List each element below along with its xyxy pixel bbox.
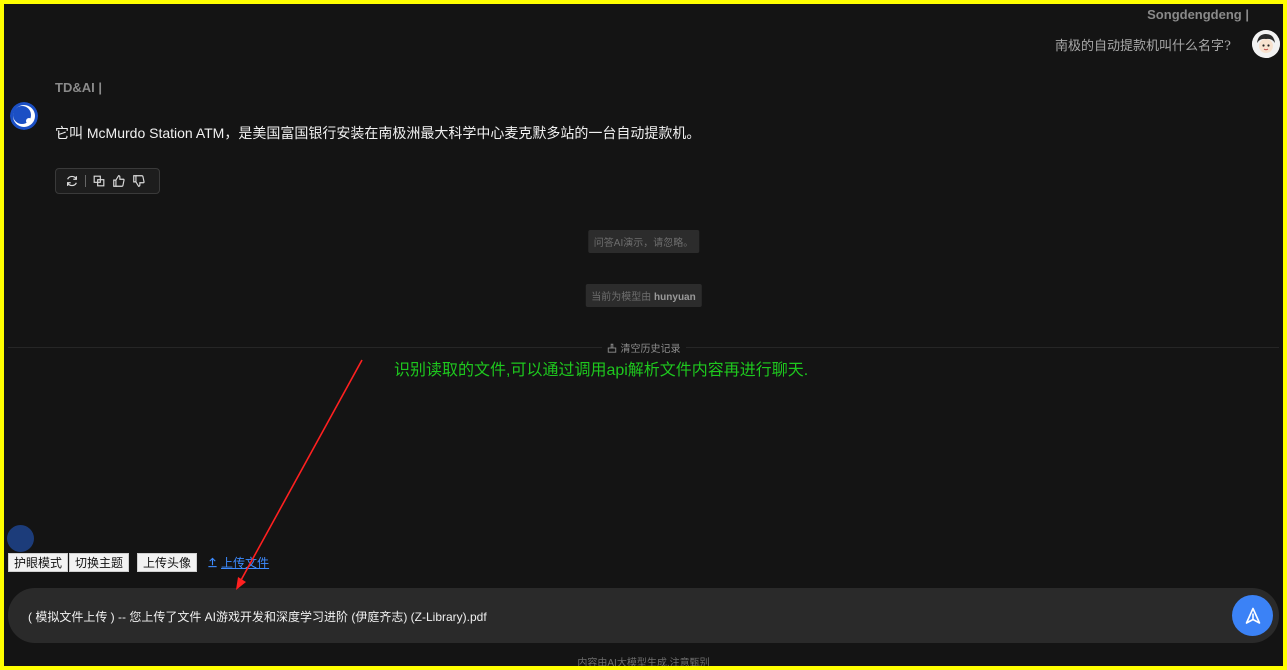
refresh-icon xyxy=(67,175,77,187)
thumbs-up-icon xyxy=(113,175,125,187)
ai-name: TD&AI | xyxy=(55,80,102,95)
chat-input[interactable]: ( 模拟文件上传 ) -- 您上传了文件 AI游戏开发和深度学习进阶 (伊庭齐志… xyxy=(8,588,1279,643)
clear-history-button[interactable]: 清空历史记录 xyxy=(601,340,686,355)
footer-note: 内容由AI大模型生成,注意甄别 xyxy=(577,658,710,669)
send-button[interactable] xyxy=(1232,595,1273,636)
ai-avatar xyxy=(10,102,38,130)
model-name: hunyuan xyxy=(654,292,696,303)
clear-icon xyxy=(607,343,616,353)
dislike-button[interactable] xyxy=(129,171,149,191)
toolbar: 护眼模式 切换主题 上传头像 上传文件 xyxy=(8,553,269,572)
disclaimer-notice: 问答AI演示，请忽略。 xyxy=(587,230,700,253)
floating-ball[interactable] xyxy=(7,525,34,552)
ai-message: 它叫 McMurdo Station ATM，是美国富国银行安装在南极洲最大科学… xyxy=(55,125,701,141)
disclaimer-text: 问答AI演示，请忽略。 xyxy=(593,238,694,249)
message-actions xyxy=(55,168,160,194)
upload-file-label: 上传文件 xyxy=(221,556,270,570)
eye-mode-button[interactable]: 护眼模式 xyxy=(8,553,69,572)
model-notice: 当前为模型由 hunyuan xyxy=(585,284,702,307)
action-separator xyxy=(85,175,86,187)
copy-icon xyxy=(93,175,105,187)
user-avatar xyxy=(1252,30,1280,58)
switch-theme-button[interactable]: 切换主题 xyxy=(69,553,130,572)
user-name: Songdengdeng | xyxy=(1147,7,1249,22)
user-message: 南极的自动提款机叫什么名字? xyxy=(1055,39,1231,54)
annotation-text: 识别读取的文件,可以通过调用api解析文件内容再进行聊天. xyxy=(394,362,809,379)
upload-file-link[interactable]: 上传文件 xyxy=(207,554,269,571)
upload-avatar-button[interactable]: 上传头像 xyxy=(137,553,198,572)
upload-icon xyxy=(208,557,217,568)
regenerate-button[interactable] xyxy=(62,171,82,191)
thumbs-down-icon xyxy=(133,175,145,187)
chat-input-value: ( 模拟文件上传 ) -- 您上传了文件 AI游戏开发和深度学习进阶 (伊庭齐志… xyxy=(28,610,487,624)
like-button[interactable] xyxy=(109,171,129,191)
copy-button[interactable] xyxy=(89,171,109,191)
model-prefix: 当前为模型由 xyxy=(591,292,652,303)
clear-history-label: 清空历史记录 xyxy=(620,344,681,355)
send-icon xyxy=(1245,607,1260,624)
